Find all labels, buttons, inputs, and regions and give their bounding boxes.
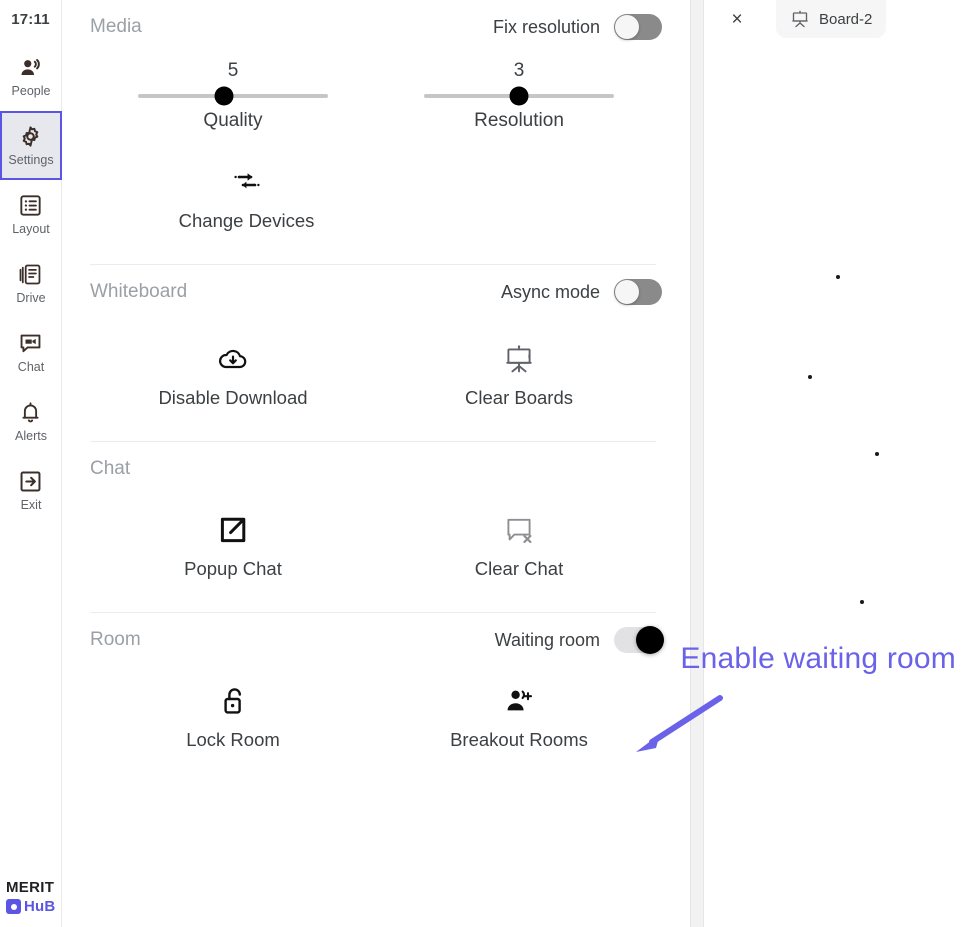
popup-chat-label: Popup Chat [184,558,282,579]
change-devices-button[interactable]: Change Devices [90,166,403,232]
app-logo: MERIT HuB [6,879,55,915]
person-add-icon [503,685,535,717]
quality-slider-group: 5 Quality [90,60,376,132]
section-room: Room Waiting room Lock Room Breakout Roo… [90,613,664,751]
clear-boards-label: Clear Boards [465,387,573,408]
lock-room-label: Lock Room [186,729,280,750]
breakout-rooms-button[interactable]: Breakout Rooms [376,685,662,751]
disable-download-button[interactable]: Disable Download [90,343,376,409]
people-icon [18,55,44,81]
logo-mark-icon [6,899,21,914]
canvas-dot [875,452,879,456]
quality-value: 5 [227,60,239,81]
section-title: Whiteboard [90,281,188,302]
async-mode-label: Async mode [500,281,600,302]
sidebar-item-label: Layout [12,222,50,237]
app-root: 17:11 People Settings Layout Drive Chat … [0,0,978,927]
unlock-icon [217,685,249,717]
resolution-value: 3 [513,60,525,81]
logo-hub-text: HuB [24,898,56,915]
clear-chat-label: Clear Chat [474,558,564,579]
sidebar-item-label: People [11,84,51,99]
sidebar-item-chat[interactable]: Chat [0,318,62,387]
clear-chat-button[interactable]: Clear Chat [376,514,662,580]
resolution-slider-knob[interactable] [509,86,529,106]
sidebar-item-label: Alerts [15,429,47,444]
board-tab[interactable]: Board-2 [776,0,887,38]
lock-room-button[interactable]: Lock Room [90,685,376,751]
gear-icon [18,124,44,150]
easel-icon [503,343,535,375]
chat-icon [18,331,44,357]
popup-chat-button[interactable]: Popup Chat [90,514,376,580]
close-icon[interactable]: × [718,0,756,38]
clear-boards-button[interactable]: Clear Boards [376,343,662,409]
chat-clear-icon [503,514,535,546]
section-chat: Chat Popup Chat Clear Chat [90,442,662,613]
section-whiteboard: Whiteboard Async mode Disable Download C… [90,265,662,442]
quality-slider[interactable] [138,86,328,106]
board-tab-label: Board-2 [819,10,873,28]
easel-icon [790,9,810,29]
sidebar-item-label: Drive [16,291,46,306]
fix-resolution-label: Fix resolution [492,16,600,37]
waiting-room-toggle[interactable] [614,626,664,654]
quality-slider-knob[interactable] [214,86,233,106]
sidebar-item-alerts[interactable]: Alerts [0,387,62,456]
section-media: Media Fix resolution 5 Quality 3 Resolut… [90,0,662,265]
whiteboard-canvas-area[interactable]: × Board-2 [704,0,978,927]
canvas-dot [860,600,864,604]
section-title: Chat [90,458,131,479]
drive-icon [18,262,44,288]
section-title: Media [90,16,142,37]
clock: 17:11 [11,11,50,28]
disable-download-label: Disable Download [158,387,308,408]
sidebar-item-label: Settings [8,153,54,168]
breakout-rooms-label: Breakout Rooms [450,729,588,750]
sidebar-nav: People Settings Layout Drive Chat Alerts… [0,42,62,525]
sidebar-item-people[interactable]: People [0,42,62,111]
async-mode-toggle[interactable] [614,279,662,305]
bell-icon [18,400,44,426]
settings-panel: Media Fix resolution 5 Quality 3 Resolut… [62,0,690,927]
left-sidebar: 17:11 People Settings Layout Drive Chat … [0,0,62,927]
resolution-slider[interactable] [424,86,614,106]
resolution-slider-group: 3 Resolution [376,60,662,132]
resolution-label: Resolution [474,110,564,131]
sidebar-item-drive[interactable]: Drive [0,249,62,318]
waiting-room-label: Waiting room [494,629,600,650]
swap-arrows-icon [231,166,263,198]
sidebar-item-exit[interactable]: Exit [0,456,62,525]
cloud-download-icon [217,343,249,375]
sidebar-item-settings[interactable]: Settings [0,111,62,180]
external-link-icon [217,514,249,546]
section-title: Room [90,629,141,650]
logo-merit-text: MERIT [6,879,55,896]
canvas-dot [836,275,840,279]
board-tabbar: × Board-2 [704,0,978,38]
exit-icon [18,469,44,495]
quality-label: Quality [203,110,263,131]
fix-resolution-toggle[interactable] [614,14,662,40]
sidebar-item-label: Exit [20,498,42,513]
layout-icon [18,193,44,219]
panel-resizer[interactable] [690,0,704,927]
change-devices-label: Change Devices [178,210,315,231]
canvas-dot [808,375,812,379]
sidebar-item-layout[interactable]: Layout [0,180,62,249]
sidebar-item-label: Chat [17,360,45,375]
